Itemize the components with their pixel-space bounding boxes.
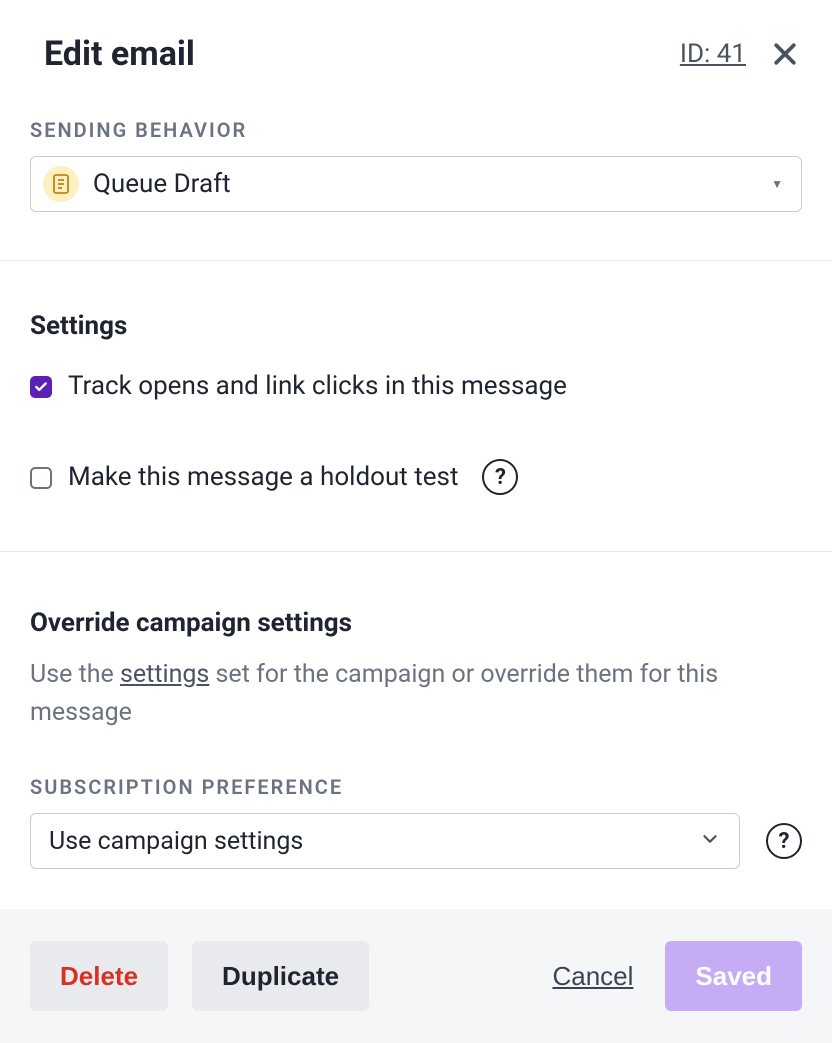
track-opens-checkbox[interactable] xyxy=(30,376,52,398)
page-title: Edit email xyxy=(44,34,195,74)
override-description: Use the settings set for the campaign or… xyxy=(30,656,802,731)
subscription-help-button[interactable]: ? xyxy=(766,823,802,859)
chevron-down-icon xyxy=(699,828,721,854)
holdout-help-button[interactable]: ? xyxy=(482,459,518,495)
edit-email-modal: Edit email ID: 41 SENDING BEHAVIOR Queue… xyxy=(0,0,832,1036)
close-icon xyxy=(770,39,800,69)
id-link[interactable]: ID: 41 xyxy=(680,39,746,69)
delete-button[interactable]: Delete xyxy=(30,941,168,1011)
track-opens-row: Track opens and link clicks in this mess… xyxy=(30,371,802,401)
document-icon xyxy=(52,174,70,194)
override-title: Override campaign settings xyxy=(30,608,802,638)
sending-behavior-select[interactable]: Queue Draft ▼ xyxy=(30,156,802,212)
settings-title: Settings xyxy=(30,311,802,341)
sending-behavior-section: SENDING BEHAVIOR Queue Draft ▼ xyxy=(0,74,832,261)
track-opens-label: Track opens and link clicks in this mess… xyxy=(68,371,567,401)
cancel-button[interactable]: Cancel xyxy=(544,941,641,1011)
question-icon: ? xyxy=(779,829,790,854)
holdout-label: Make this message a holdout test xyxy=(68,462,458,492)
subscription-pref-value: Use campaign settings xyxy=(49,827,303,856)
holdout-checkbox[interactable] xyxy=(30,467,52,489)
override-section: Override campaign settings Use the setti… xyxy=(0,552,832,909)
subscription-pref-select[interactable]: Use campaign settings xyxy=(30,813,740,869)
sending-behavior-value: Queue Draft xyxy=(93,169,231,199)
settings-link[interactable]: settings xyxy=(120,660,209,689)
draft-icon-wrap xyxy=(43,166,79,202)
saved-button: Saved xyxy=(665,941,802,1011)
duplicate-button[interactable]: Duplicate xyxy=(192,941,369,1011)
holdout-test-row: Make this message a holdout test ? xyxy=(30,459,802,495)
check-icon xyxy=(34,380,48,394)
close-button[interactable] xyxy=(768,37,802,71)
header-actions: ID: 41 xyxy=(680,37,802,71)
settings-section: Settings Track opens and link clicks in … xyxy=(0,261,832,552)
question-icon: ? xyxy=(495,465,506,490)
override-desc-pre: Use the xyxy=(30,660,120,689)
modal-footer: Delete Duplicate Cancel Saved xyxy=(0,909,832,1043)
subscription-pref-row: Use campaign settings ? xyxy=(30,813,802,869)
subscription-pref-label: SUBSCRIPTION PREFERENCE xyxy=(30,775,802,799)
modal-header: Edit email ID: 41 xyxy=(0,0,832,74)
sending-behavior-label: SENDING BEHAVIOR xyxy=(30,118,802,142)
caret-down-icon: ▼ xyxy=(771,177,783,191)
